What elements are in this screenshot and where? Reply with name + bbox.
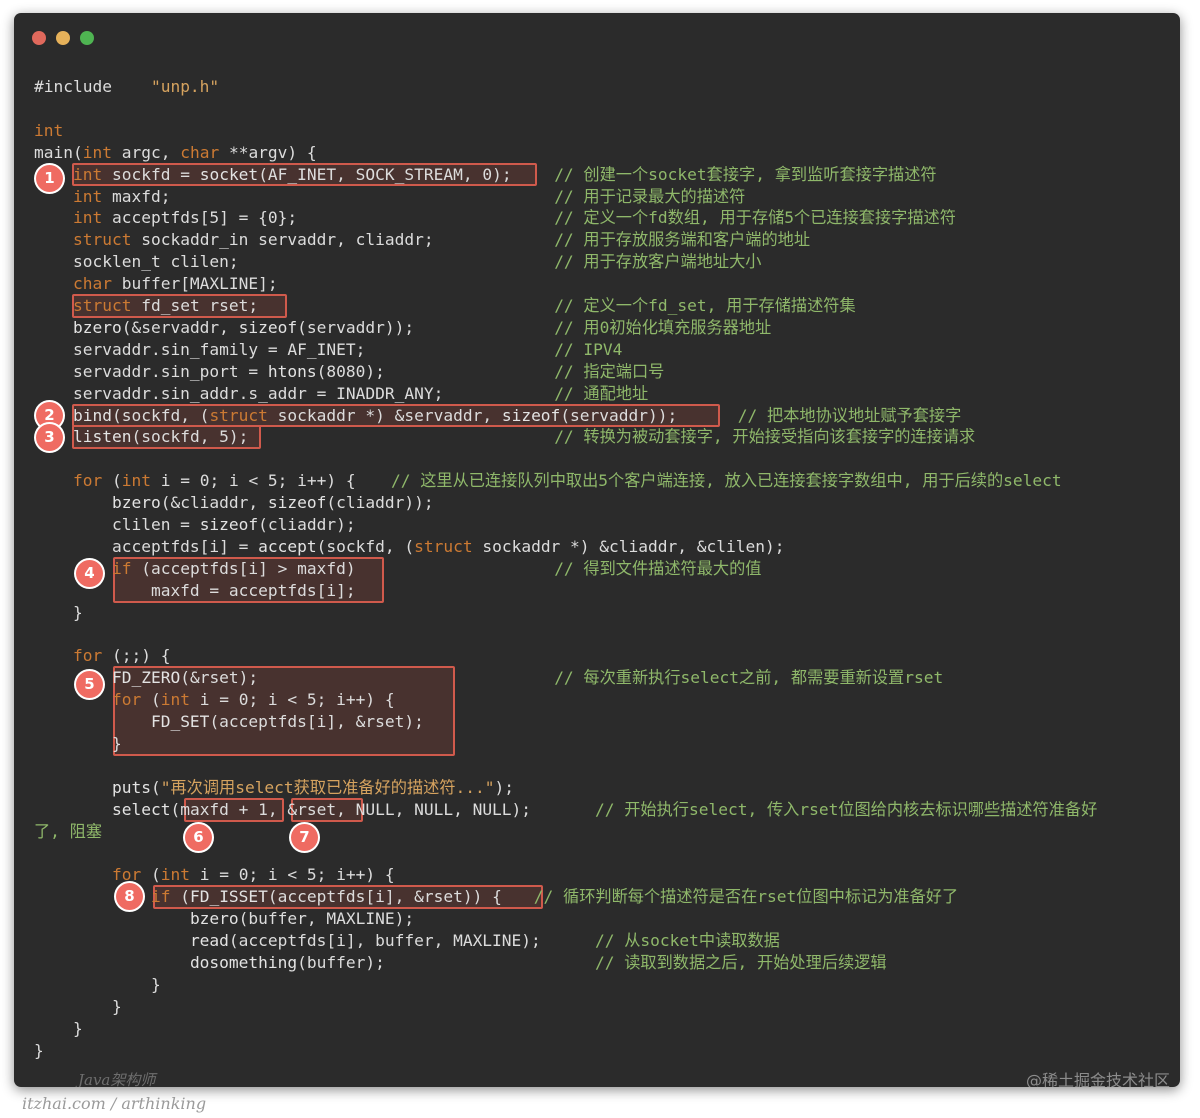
code-line: int acceptfds[5] = {0};	[72, 208, 298, 228]
code-line: 了, 阻塞	[34, 821, 103, 841]
step-marker-1: 1	[36, 165, 63, 192]
code-comment: // 用0初始化填充服务器地址	[554, 317, 772, 337]
code-comment: // 创建一个socket套接字, 拿到监听套接字描述符	[554, 164, 937, 184]
code-line: if (FD_ISSET(acceptfds[i], &rset)) {	[150, 887, 502, 907]
step-marker-5: 5	[76, 671, 103, 698]
code-comment: // 从socket中读取数据	[595, 931, 780, 951]
watermark-juejin: @稀土掘金技术社区	[1025, 1071, 1170, 1087]
code-line: bzero(buffer, MAXLINE);	[189, 909, 415, 929]
code-line: for (;;) {	[72, 646, 171, 666]
code-line: bzero(&cliaddr, sizeof(cliaddr));	[111, 493, 434, 513]
code-line: servaddr.sin_port = htons(8080);	[34, 361, 385, 381]
code-comment: // 定义一个fd_set, 用于存储描述符集	[554, 296, 856, 315]
code-line: }	[34, 1040, 44, 1060]
step-marker-6: 6	[185, 824, 212, 851]
code-comment: // 定义一个fd数组, 用于存储5个已连接套接字描述符	[554, 208, 956, 228]
code-line: for (int i = 0; i < 5; i++) {	[111, 865, 395, 885]
code-line: FD_ZERO(&rset);	[111, 668, 259, 688]
code-comment: // 把本地协议地址赋予套接字	[737, 405, 962, 425]
code-line: main(int argc, char **argv) {	[34, 142, 317, 162]
code-comment: // 用于存放服务端和客户端的地址	[554, 230, 811, 250]
code-line: }	[34, 734, 122, 753]
code-line: }	[34, 974, 161, 994]
code-line: }	[34, 602, 83, 622]
code-line: puts("再次调用select获取已准备好的描述符...");	[111, 777, 515, 797]
code-comment: // 指定端口号	[554, 361, 665, 381]
watermark-site: itzhai.com / arthinking	[22, 1094, 207, 1113]
code-line: socklen_t clilen;	[34, 252, 239, 272]
code-window: #include "unp.h" int main(int argc, char *…	[14, 13, 1180, 1087]
code-line: struct fd_set rset;	[72, 296, 259, 315]
code-line: #include "unp.h"	[34, 77, 220, 96]
code-line: read(acceptfds[i], buffer, MAXLINE);	[189, 931, 541, 951]
code-line: servaddr.sin_addr.s_addr = INADDR_ANY;	[34, 383, 444, 403]
code-comment: // 用于记录最大的描述符	[554, 186, 746, 206]
step-marker-3: 3	[36, 424, 63, 451]
code-line: servaddr.sin_family = AF_INET;	[34, 339, 366, 359]
code-comment: // 读取到数据之后, 开始处理后续逻辑	[595, 953, 887, 972]
code-comment: // 转换为被动套接字, 开始接受指向该套接字的连接请求	[554, 427, 976, 447]
code-line: bind(sockfd, (struct sockaddr *) &servad…	[72, 405, 678, 425]
code-comment: // 通配地址	[554, 383, 649, 403]
code-line: int sockfd = socket(AF_INET, SOCK_STREAM…	[72, 164, 512, 184]
code-line: acceptfds[i] = accept(sockfd, (struct so…	[34, 536, 785, 556]
code-line: }	[34, 996, 122, 1016]
code-comment: // 得到文件描述符最大的值	[554, 558, 762, 578]
code-line: clilen = sizeof(cliaddr);	[34, 515, 356, 534]
code-block: #include "unp.h" int main(int argc, char *…	[14, 13, 1180, 1087]
watermark-logo: Java架构师	[78, 1071, 156, 1087]
code-comment: // 每次重新执行select之前, 都需要重新设置rset	[554, 668, 944, 688]
code-line: dosomething(buffer);	[189, 953, 385, 972]
step-marker-4: 4	[76, 560, 103, 587]
code-line: struct sockaddr_in servaddr, cliaddr;	[72, 230, 434, 250]
step-marker-7: 7	[291, 824, 318, 851]
code-line: FD_SET(acceptfds[i], &rset);	[150, 712, 424, 732]
code-line: for (int i = 0; i < 5; i++) {	[72, 471, 356, 491]
code-comment: // IPV4	[554, 339, 623, 359]
code-comment: // 开始执行select, 传入rset位图给内核去标识哪些描述符准备好	[595, 799, 1098, 819]
code-line: select(maxfd + 1, &rset, NULL, NULL, NUL…	[111, 799, 532, 819]
code-line: int	[34, 120, 64, 140]
step-marker-8: 8	[116, 883, 143, 910]
code-line: char buffer[MAXLINE];	[72, 274, 278, 294]
code-line: listen(sockfd, 5);	[72, 427, 249, 447]
code-line: bzero(&servaddr, sizeof(servaddr));	[72, 317, 415, 337]
code-line: }	[34, 1018, 83, 1038]
code-comment: // 用于存放客户端地址大小	[554, 252, 762, 272]
code-comment: // 这里从已连接队列中取出5个客户端连接, 放入已连接套接字数组中, 用于后续…	[391, 471, 1062, 491]
code-comment: // 循环判断每个描述符是否在rset位图中标记为准备好了	[533, 887, 959, 907]
